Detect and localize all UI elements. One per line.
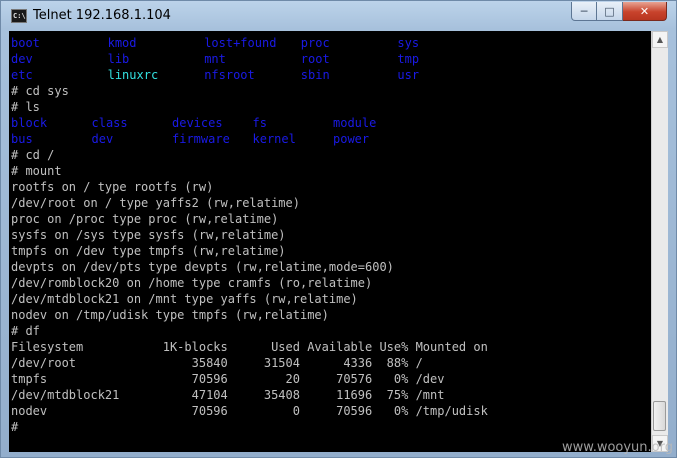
directory-entry: mnt bbox=[204, 52, 226, 66]
terminal-text: tmpfs 70596 20 70576 0% /dev bbox=[11, 372, 445, 386]
directory-entry: fs bbox=[252, 116, 267, 130]
terminal-text: /dev/mtdblock21 on /mnt type yaffs (rw,r… bbox=[11, 292, 358, 306]
directory-entry: module bbox=[333, 116, 377, 130]
terminal-output[interactable]: boot kmod lost+found proc sys dev lib mnt root tm… bbox=[9, 31, 651, 452]
terminal-text: # df bbox=[11, 324, 40, 338]
directory-entry: power bbox=[333, 132, 370, 146]
terminal-text: nodev on /tmp/udisk type tmpfs (rw,relat… bbox=[11, 308, 329, 322]
terminal-text: Filesystem 1K-blocks Used Available Use%… bbox=[11, 340, 488, 354]
directory-entry: firmware bbox=[172, 132, 230, 146]
vertical-scrollbar[interactable]: ▲ ▼ bbox=[651, 31, 668, 452]
title-bar[interactable]: C:\ Telnet 192.168.1.104 ─ □ ✕ bbox=[1, 1, 676, 31]
symlink-entry: linuxrc bbox=[107, 68, 159, 82]
terminal-text: sysfs on /sys type sysfs (rw,relatime) bbox=[11, 228, 286, 242]
close-button[interactable]: ✕ bbox=[623, 2, 667, 21]
watermark: www.wooyun.org bbox=[561, 440, 673, 455]
terminal-text: # bbox=[11, 420, 19, 434]
terminal-text: /dev/romblock20 on /home type cramfs (ro… bbox=[11, 276, 373, 290]
directory-entry: bus bbox=[11, 132, 33, 146]
window-title: Telnet 192.168.1.104 bbox=[33, 8, 171, 23]
terminal-text: /dev/root 35840 31504 4336 88% / bbox=[11, 356, 423, 370]
terminal-text: # cd / bbox=[11, 148, 55, 162]
directory-entry: nfsroot bbox=[204, 68, 255, 82]
directory-entry: lib bbox=[107, 52, 130, 66]
minimize-button[interactable]: ─ bbox=[571, 2, 597, 21]
directory-entry: proc bbox=[300, 36, 330, 50]
directory-entry: dev bbox=[11, 52, 33, 66]
terminal-text: nodev 70596 0 70596 0% /tmp/udisk bbox=[11, 404, 488, 418]
directory-entry: class bbox=[91, 116, 128, 130]
terminal-text: rootfs on / type rootfs (rw) bbox=[11, 180, 214, 194]
directory-entry: usr bbox=[397, 68, 420, 82]
scroll-up-arrow-icon[interactable]: ▲ bbox=[652, 31, 668, 48]
terminal-text: devpts on /dev/pts type devpts (rw,relat… bbox=[11, 260, 394, 274]
directory-entry: tmp bbox=[397, 52, 420, 66]
terminal-text: tmpfs on /dev type tmpfs (rw,relatime) bbox=[11, 244, 286, 258]
directory-entry: devices bbox=[172, 116, 223, 130]
terminal-text: # cd sys bbox=[11, 84, 69, 98]
directory-entry: lost+found bbox=[204, 36, 277, 50]
terminal-text: proc on /proc type proc (rw,relatime) bbox=[11, 212, 279, 226]
telnet-window: C:\ Telnet 192.168.1.104 ─ □ ✕ boot kmod l… bbox=[0, 0, 677, 458]
terminal-text: /dev/mtdblock21 47104 35408 11696 75% /m… bbox=[11, 388, 445, 402]
directory-entry: block bbox=[11, 116, 48, 130]
terminal-text: # mount bbox=[11, 164, 62, 178]
directory-entry: root bbox=[300, 52, 330, 66]
directory-entry: etc bbox=[11, 68, 33, 82]
directory-entry: kernel bbox=[252, 132, 296, 146]
terminal-text: # ls bbox=[11, 100, 40, 114]
directory-entry: boot bbox=[11, 36, 40, 50]
scrollbar-thumb[interactable] bbox=[653, 401, 666, 431]
directory-entry: dev bbox=[91, 132, 114, 146]
caption-buttons: ─ □ ✕ bbox=[571, 2, 667, 22]
console-app-icon[interactable]: C:\ bbox=[11, 9, 27, 23]
directory-entry: sbin bbox=[300, 68, 330, 82]
directory-entry: kmod bbox=[107, 36, 137, 50]
terminal-text: /dev/root on / type yaffs2 (rw,relatime) bbox=[11, 196, 300, 210]
maximize-button[interactable]: □ bbox=[597, 2, 623, 21]
directory-entry: sys bbox=[397, 36, 420, 50]
